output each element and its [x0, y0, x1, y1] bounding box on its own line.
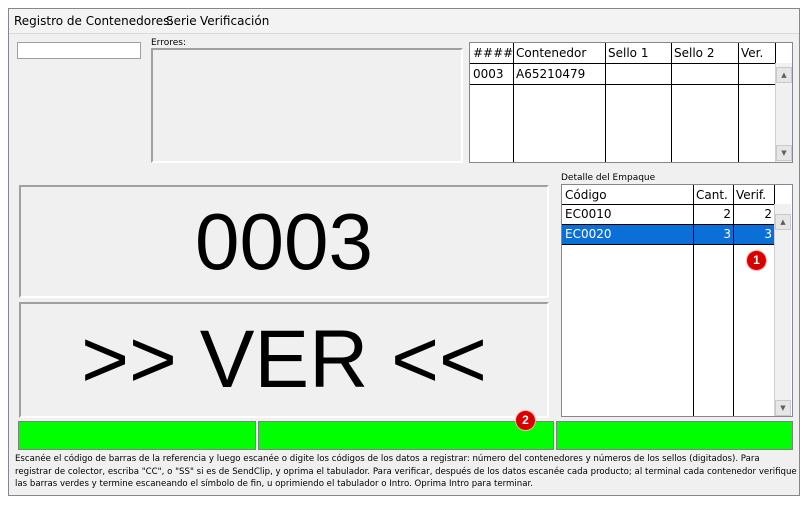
app-window: Registro de Contenedores: Serie Verifica…: [8, 8, 800, 496]
col-header-sello1: Sello 1: [608, 46, 649, 60]
menu-serie[interactable]: Serie: [166, 14, 197, 28]
col-header-codigo: Código: [565, 188, 607, 202]
containers-table[interactable]: #### Contenedor Sello 1 Sello 2 Ver. 000…: [469, 42, 793, 163]
containers-scrollbar[interactable]: ▲ ▼: [775, 63, 792, 162]
col-header-sello2: Sello 2: [674, 46, 715, 60]
detail-scrollbar[interactable]: ▲ ▼: [774, 204, 791, 416]
table-cell: 2: [764, 207, 772, 221]
scan-input[interactable]: [17, 42, 141, 59]
menu-registro[interactable]: Registro de Contenedores:: [14, 14, 173, 28]
green-status-bar-1: [18, 421, 256, 450]
status-text: >> VER <<: [81, 314, 487, 405]
table-cell: EC0020: [565, 227, 612, 241]
menu-verificacion[interactable]: Verificación: [200, 14, 269, 28]
col-header-number: ####: [473, 46, 513, 60]
col-header-contenedor: Contenedor: [516, 46, 587, 60]
menu-bar: Registro de Contenedores: Serie Verifica…: [9, 9, 799, 34]
scroll-up-icon[interactable]: ▲: [775, 214, 791, 230]
col-header-ver: Ver.: [741, 46, 764, 60]
scroll-down-icon[interactable]: ▼: [775, 400, 791, 416]
scroll-down-icon[interactable]: ▼: [776, 145, 792, 161]
table-cell: 3: [764, 227, 772, 241]
container-number-display: 0003: [19, 185, 549, 298]
table-cell: 2: [723, 207, 731, 221]
scroll-up-icon[interactable]: ▲: [776, 67, 792, 83]
green-status-bar-2: [258, 421, 554, 450]
instructions-text: Escanée el código de barras de la refere…: [15, 454, 797, 489]
col-header-verif: Verif.: [736, 188, 767, 202]
errors-label: Errores:: [151, 38, 186, 48]
detail-label: Detalle del Empaque: [561, 173, 656, 183]
table-cell: A65210479: [516, 67, 586, 81]
status-display: >> VER <<: [19, 302, 549, 418]
table-cell: 0003: [473, 67, 504, 81]
errors-box: [151, 48, 463, 163]
detail-table[interactable]: Código Cant. Verif. EC0010 2 2 EC0020 3 …: [561, 184, 793, 417]
table-row-selected[interactable]: EC0020 3 3: [562, 225, 774, 244]
green-status-bar-3: [556, 421, 793, 450]
annotation-badge-1: 1: [747, 251, 766, 270]
table-cell: EC0010: [565, 207, 612, 221]
annotation-badge-2: 2: [516, 411, 535, 430]
col-header-cant: Cant.: [696, 188, 728, 202]
table-cell: 3: [723, 227, 731, 241]
container-number: 0003: [195, 196, 373, 286]
